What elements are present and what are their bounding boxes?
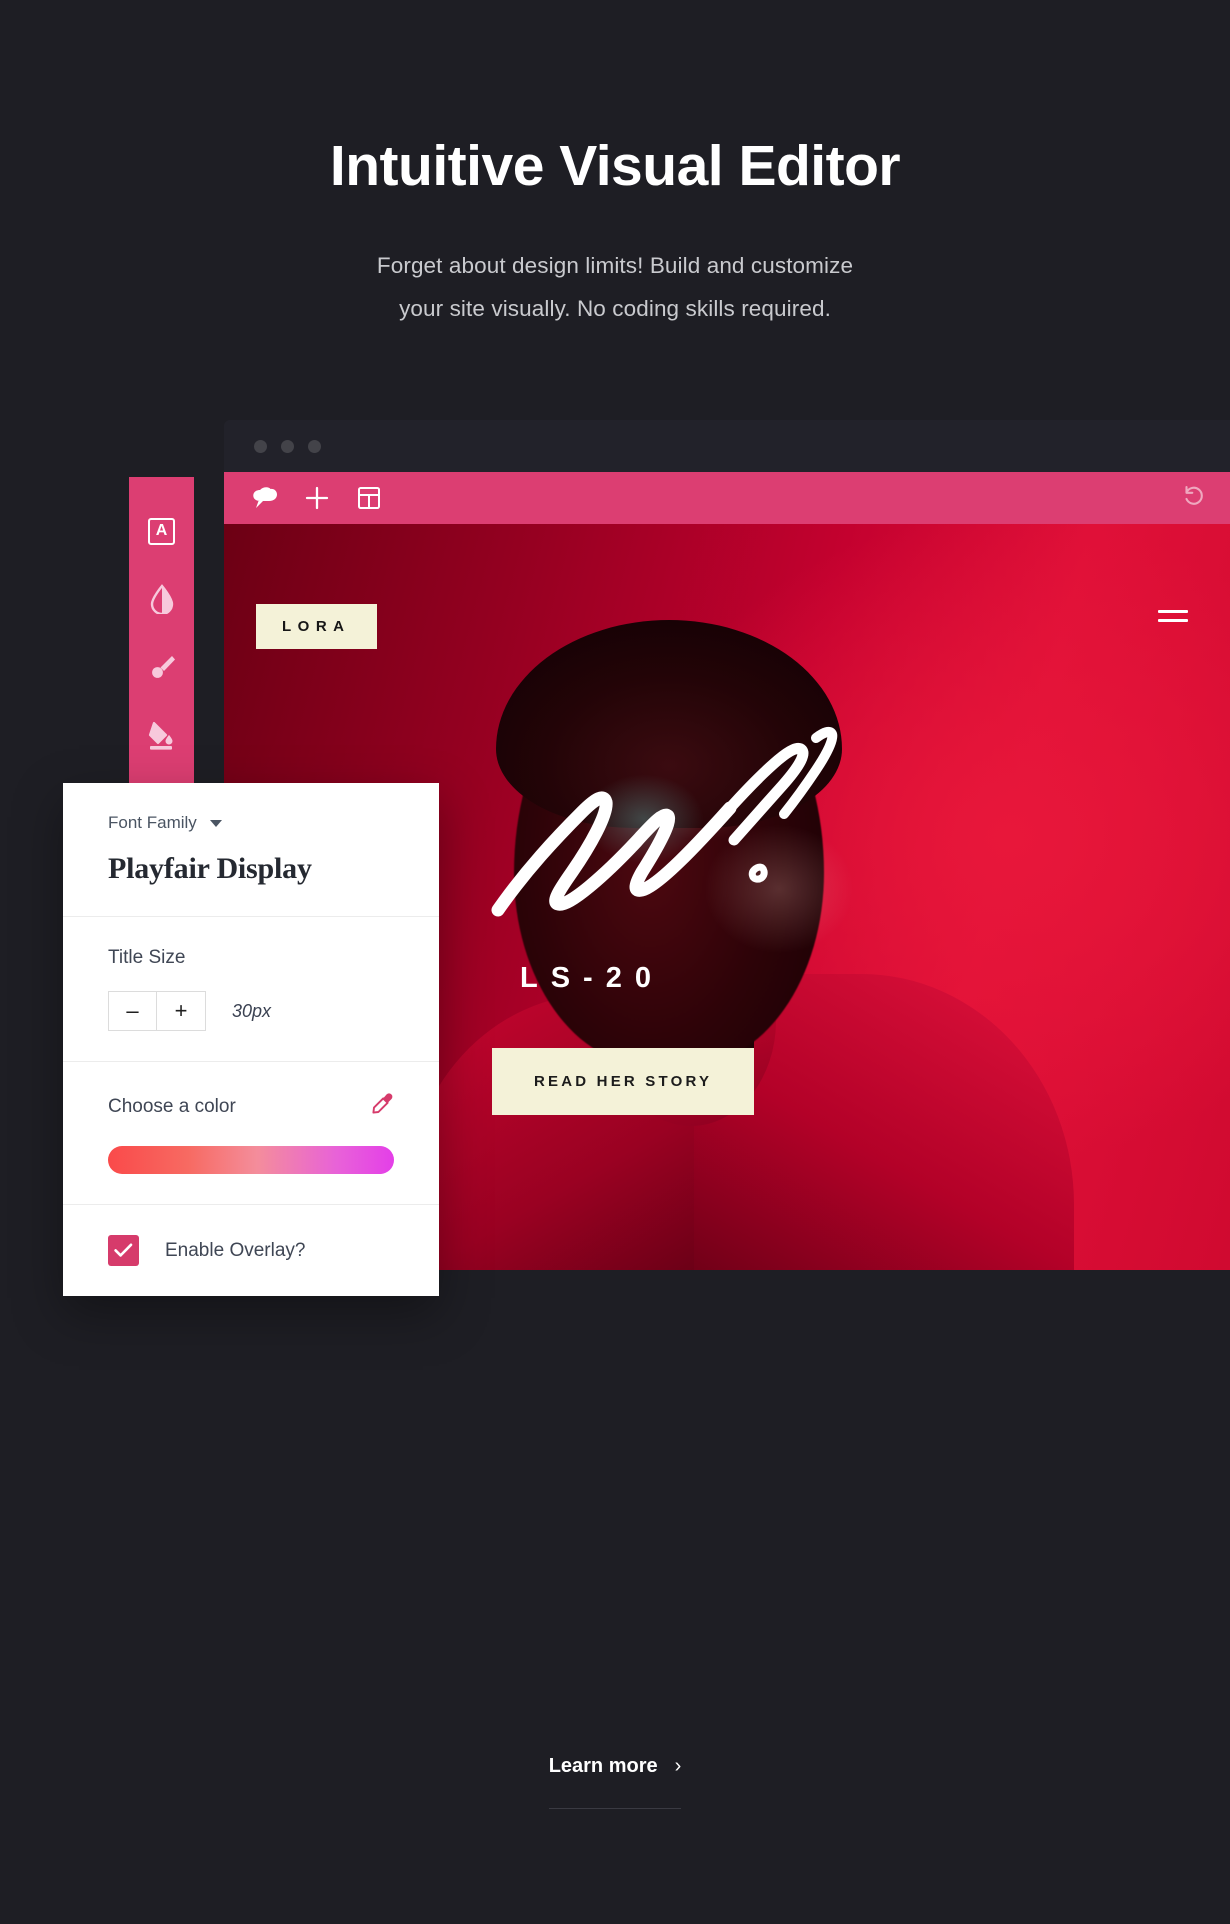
- title-size-section: Title Size – + 30px: [63, 917, 439, 1062]
- enable-overlay-row[interactable]: Enable Overlay?: [108, 1235, 394, 1266]
- enable-overlay-checkbox[interactable]: [108, 1235, 139, 1266]
- enable-overlay-label: Enable Overlay?: [165, 1239, 306, 1261]
- page-root: Intuitive Visual Editor Forget about des…: [0, 0, 1230, 1924]
- decrease-size-button[interactable]: –: [108, 991, 157, 1031]
- window-dot-minimize[interactable]: [281, 439, 294, 453]
- chevron-right-icon: ›: [674, 1755, 682, 1777]
- paint-brush-icon[interactable]: [146, 651, 178, 683]
- opacity-droplet-icon[interactable]: [146, 583, 178, 615]
- photo-highlight-warm: [704, 824, 854, 954]
- font-family-label: Font Family: [108, 813, 197, 832]
- read-her-story-button[interactable]: READ HER STORY: [492, 1048, 755, 1115]
- color-section-header: Choose a color: [108, 1092, 394, 1121]
- photo-highlight-teal: [584, 774, 704, 864]
- style-settings-panel: Font Family Playfair Display Title Size …: [63, 783, 439, 1296]
- hamburger-menu-icon[interactable]: [1158, 610, 1188, 628]
- hero-subtitle: LS-20: [520, 962, 664, 994]
- color-section: Choose a color: [63, 1062, 439, 1205]
- paint-bucket-icon[interactable]: [146, 719, 178, 751]
- color-gradient-slider[interactable]: [108, 1146, 394, 1174]
- layout-grid-icon[interactable]: [354, 483, 384, 513]
- footer-cta: Learn more ›: [0, 1755, 1230, 1809]
- window-dot-close[interactable]: [254, 439, 267, 453]
- text-box-letter: A: [148, 517, 175, 545]
- font-family-dropdown[interactable]: Font Family: [108, 813, 394, 833]
- editor-tool-rail: A: [129, 477, 194, 792]
- title-size-value: 30px: [232, 1000, 272, 1021]
- title-size-label: Title Size: [108, 947, 186, 968]
- increase-size-button[interactable]: +: [157, 991, 206, 1031]
- plus-icon[interactable]: [302, 483, 332, 513]
- page-subtitle: Forget about design limits! Build and cu…: [0, 244, 1230, 332]
- title-size-control: – + 30px: [108, 991, 394, 1031]
- learn-more-link[interactable]: Learn more ›: [548, 1755, 682, 1809]
- subtitle-line-1: Forget about design limits! Build and cu…: [376, 252, 854, 278]
- page-header: Intuitive Visual Editor Forget about des…: [0, 0, 1230, 331]
- hero-brand-badge[interactable]: LORA: [256, 604, 377, 649]
- window-dot-maximize[interactable]: [308, 439, 321, 453]
- subtitle-line-2: your site visually. No coding skills req…: [399, 296, 831, 322]
- cloud-logo-icon[interactable]: [250, 483, 280, 513]
- font-family-value: Playfair Display: [108, 852, 312, 885]
- undo-arrow-icon[interactable]: [1182, 484, 1206, 513]
- text-box-icon[interactable]: A: [146, 515, 178, 547]
- eyedropper-icon[interactable]: [370, 1092, 394, 1121]
- browser-titlebar: [224, 420, 1230, 472]
- font-family-section: Font Family Playfair Display: [63, 783, 439, 917]
- checkmark-icon: [114, 1243, 133, 1257]
- overlay-section: Enable Overlay?: [63, 1205, 439, 1296]
- chevron-down-icon[interactable]: [209, 819, 222, 827]
- editor-toolbar: [224, 472, 1230, 524]
- color-label: Choose a color: [108, 1095, 236, 1117]
- quantity-stepper: – +: [108, 991, 206, 1031]
- page-title: Intuitive Visual Editor: [329, 134, 901, 198]
- learn-more-label: Learn more: [548, 1755, 658, 1777]
